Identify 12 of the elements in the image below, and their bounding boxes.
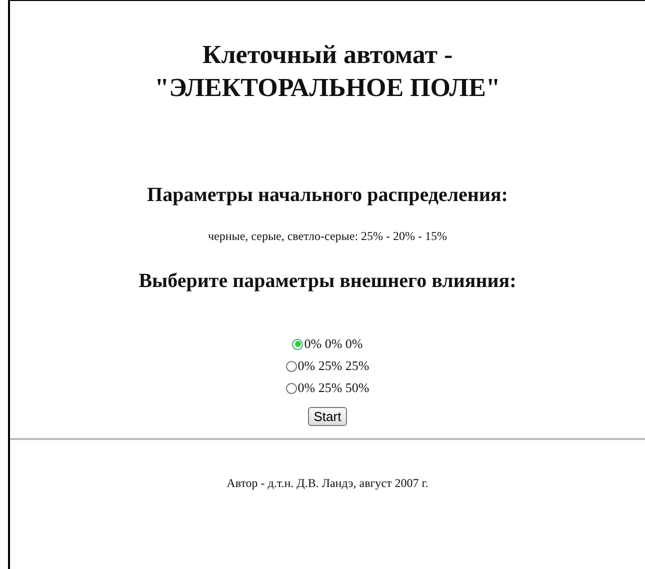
radio-button[interactable] [286, 360, 297, 372]
footer-text: Автор - д.т.н. Д.В. Ландэ, август 2007 г. [226, 476, 430, 491]
distribution-text: черные, серые, светло-серые: 25% - 20% - 15% [206, 229, 448, 244]
page-title: Клеточный автомат - "ЭЛЕКТОРАЛЬНОЕ ПОЛЕ" [154, 39, 502, 104]
radio-button[interactable] [286, 382, 297, 394]
section-heading: Выберите параметры внешнего влияния: [138, 270, 518, 293]
option-label: 0% 25% 25% [298, 357, 370, 375]
section-heading: Параметры начального распределения: [146, 184, 509, 207]
option-label: 0% 0% 0% [304, 335, 363, 353]
start-button[interactable]: Start [308, 407, 348, 426]
radio-button[interactable] [292, 338, 304, 350]
option-label: 0% 25% 50% [298, 379, 370, 397]
